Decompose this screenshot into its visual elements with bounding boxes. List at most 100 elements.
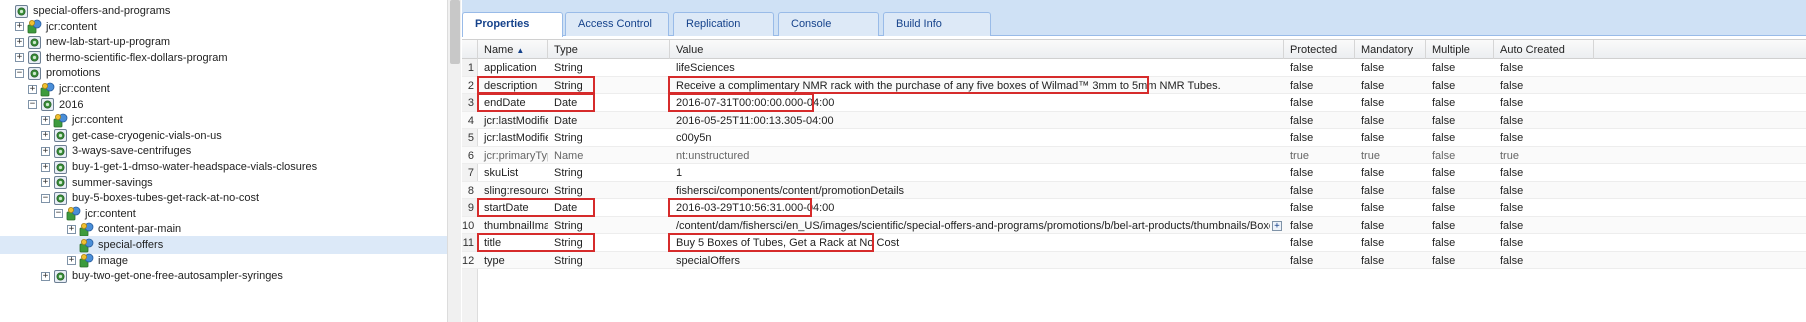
row-number: 8 [467,184,474,197]
cell-protected: false [1290,132,1314,144]
row-number-header [462,40,478,59]
column-header-name[interactable]: Name ▲ [478,40,548,59]
expand-toggle-icon[interactable]: + [41,162,50,172]
table-row[interactable]: 10 thumbnailImage String/content/dam/fishe… [462,216,1806,234]
cell-type: Date [554,114,578,127]
tab-build-info[interactable]: Build Info [883,12,991,36]
tree-node-label: special-offers-and-programs [33,5,171,17]
cell-mandatory: false [1361,167,1385,179]
table-row[interactable]: 1 application String lifeSciences false false… [462,59,1806,77]
cell-multiple: false [1432,237,1456,249]
tree-node-label: special-offers [98,239,164,251]
tree-node-label: jcr:content [72,114,123,127]
cell-name: skuList [484,167,519,179]
collapse-toggle-icon[interactable]: − [41,193,50,203]
cell-type: Date [554,202,578,214]
table-row[interactable]: 5 jcr:lastModifiedBy String c00y5n false fals… [462,129,1806,147]
expand-toggle-icon[interactable]: + [41,115,50,125]
expand-toggle-icon[interactable]: + [41,131,50,141]
column-header-label: Value [676,44,704,56]
cell-auto: false [1500,132,1524,144]
column-header-type[interactable]: Type [548,40,670,59]
expand-toggle-icon[interactable]: + [41,271,50,281]
tab-properties[interactable]: Properties [462,12,563,37]
column-header-value[interactable]: Value [670,40,1284,59]
table-row[interactable]: 4 jcr:lastModified Date 2016-05-25T11:00:13… [462,111,1806,129]
tab-access-control[interactable]: Access Control [565,12,669,36]
tree-node-label: promotions [46,67,101,80]
tree-scrollbar[interactable] [447,0,461,322]
collapse-toggle-icon[interactable]: − [28,100,37,110]
cell-type: String [554,132,583,144]
cell-value: 2016-03-29T10:56:31.000-04:00 [676,202,835,214]
tree-scrollbar-thumb[interactable] [450,0,460,64]
collapse-toggle-icon[interactable]: − [15,68,24,78]
page-node-icon [27,66,42,81]
cell-name: jcr:primaryType [484,149,548,162]
expand-toggle-icon[interactable]: + [15,22,24,32]
cell-name: startDate [484,202,529,214]
cell-value: 2016-05-25T11:00:13.305-04:00 [676,114,834,127]
cell-type: String [554,79,583,92]
column-header-multiple[interactable]: Multiple [1426,40,1494,59]
content-node-icon [53,113,68,128]
expand-toggle-icon[interactable]: + [67,256,76,266]
cell-multiple: false [1432,62,1456,74]
cell-name: title [484,237,502,249]
table-row[interactable]: 7 skuList String 1 false false false false [462,164,1806,182]
cell-protected: false [1290,62,1314,74]
column-header-protected[interactable]: Protected [1284,40,1355,59]
expand-toggle-icon[interactable]: + [15,37,24,47]
cell-type: String [554,254,583,267]
table-row[interactable]: 3 endDate Date 2016-07-31T00:00:00.000-04:0… [462,94,1806,112]
row-number: 6 [467,149,474,162]
tree-node-label: jcr:content [85,207,136,220]
page-node-icon [27,50,42,65]
cell-name: type [484,254,505,267]
expand-toggle-icon[interactable]: + [28,84,37,94]
content-node-icon [79,238,94,253]
expand-toggle-icon[interactable]: + [15,53,24,63]
cell-mandatory: false [1361,184,1385,197]
collapse-toggle-icon[interactable]: − [54,209,63,219]
cell-auto: false [1500,97,1524,109]
expand-toggle-icon[interactable]: + [41,178,50,188]
cell-type: String [554,219,583,232]
tab-console[interactable]: Console [778,12,879,36]
cell-protected: false [1290,167,1314,179]
expand-value-button[interactable]: + [1272,220,1282,231]
table-row[interactable]: 9 startDate Date 2016-03-29T10:56:31.000-04… [462,199,1806,217]
table-row[interactable]: 6 jcr:primaryType Name nt:unstructured true t… [462,146,1806,164]
tree-node-label: jcr:content [59,83,110,95]
cell-value: Receive a complimentary NMR rack with th… [676,79,1221,92]
cell-multiple: false [1432,167,1456,179]
table-row[interactable]: 2 description String Receive a complimentar… [462,76,1806,94]
tree-node-label: 3-ways-save-centrifuges [72,145,192,158]
expand-toggle-icon[interactable]: + [67,224,76,234]
page-node-icon [53,191,68,206]
tree-node-label: summer-savings [72,176,153,189]
cell-auto: false [1500,219,1524,232]
table-row[interactable]: 11 title String Buy 5 Boxes of Tubes, Get a… [462,234,1806,252]
cell-mandatory: false [1361,79,1385,92]
column-header-auto-created[interactable]: Auto Created [1494,40,1594,59]
cell-auto: true [1500,149,1519,162]
table-row[interactable]: 8 sling:resourceType String fishersci/compo… [462,181,1806,199]
tab-replication[interactable]: Replication [673,12,774,36]
tree-node-label: new-lab-start-up-program [46,36,171,49]
tree-node-label: get-case-cryogenic-vials-on-us [72,129,222,142]
cell-mandatory: false [1361,132,1385,144]
expand-toggle-icon[interactable]: + [41,146,50,156]
cell-value: c00y5n [676,132,712,144]
cell-multiple: false [1432,184,1456,197]
cell-value: Buy 5 Boxes of Tubes, Get a Rack at No C… [676,237,900,249]
tree-node[interactable]: + buy-two-get-one-free-autosampler-syring… [0,267,447,285]
row-number: 3 [467,97,474,109]
column-header-mandatory[interactable]: Mandatory [1355,40,1426,59]
cell-protected: false [1290,202,1314,214]
page-node-icon [53,269,68,284]
tab-bar: Properties Access Control Replication Conso… [462,0,1806,37]
cell-protected: true [1290,149,1309,162]
table-row[interactable]: 12 type String specialOffers false false false… [462,251,1806,269]
cell-protected: false [1290,79,1314,92]
